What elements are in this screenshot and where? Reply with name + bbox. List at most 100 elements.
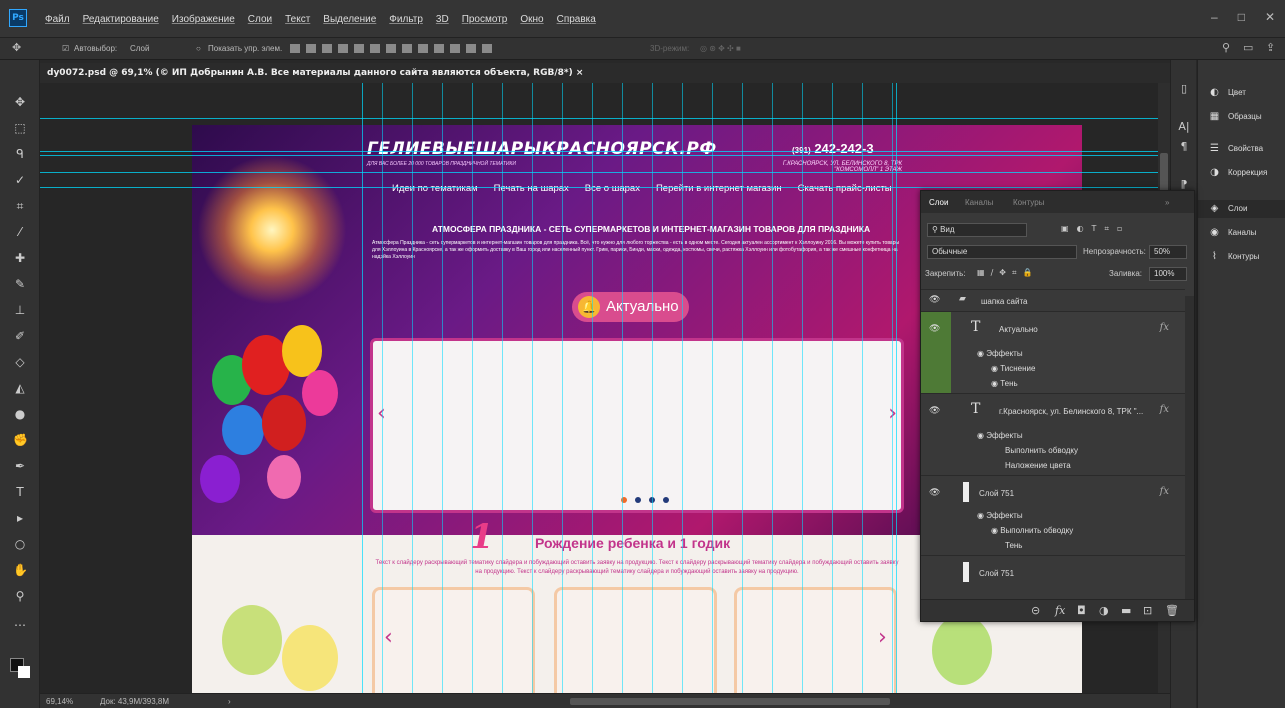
menu-3d[interactable]: 3D bbox=[436, 14, 449, 25]
dodge-tool-icon[interactable]: ✊ bbox=[13, 433, 28, 447]
brush-tool-icon[interactable]: ✎ bbox=[13, 277, 27, 291]
slider-prev-icon[interactable]: ‹ bbox=[377, 401, 386, 426]
lock-transparency-icon[interactable]: ▦ bbox=[977, 268, 991, 277]
properties-panel[interactable]: ☰ Свойства bbox=[1204, 140, 1263, 158]
tab-channels[interactable]: Каналы bbox=[965, 198, 993, 207]
quick-select-tool-icon[interactable]: ✓ bbox=[13, 173, 27, 187]
layer-751[interactable]: 👁 Слой 751 fx ◉ Эффекты ◉ Выполнить обво… bbox=[921, 475, 1185, 555]
move-tool-icon[interactable]: ✥ bbox=[13, 95, 27, 109]
layer-751-copy[interactable]: Слой 751 bbox=[921, 555, 1185, 589]
panel-menu-icon[interactable]: » bbox=[1165, 198, 1169, 207]
fx-icon[interactable]: fx bbox=[1160, 322, 1169, 333]
link-layers-icon[interactable]: ⊝ bbox=[1031, 604, 1040, 617]
align-buttons[interactable] bbox=[290, 44, 498, 54]
paragraph-icon[interactable]: ¶ bbox=[1177, 140, 1191, 154]
slider-dot[interactable] bbox=[635, 497, 641, 503]
effect-item[interactable]: ◉ Тень bbox=[991, 379, 1018, 388]
show-controls-checkbox[interactable]: ○ bbox=[196, 44, 201, 53]
add-mask-icon[interactable]: ◘ bbox=[1077, 604, 1086, 617]
channels-panel[interactable]: ◉ Каналы bbox=[1204, 224, 1256, 242]
lock-all-icon[interactable]: 🔒 bbox=[1022, 268, 1038, 277]
nav-shop[interactable]: Перейти в интернет магазин bbox=[656, 183, 782, 196]
background-color-swatch[interactable] bbox=[18, 666, 30, 678]
autoselect-dropdown[interactable]: Слой bbox=[130, 44, 149, 53]
layer-address[interactable]: 👁 T г.Красноярск, ул. Белинского 8, ТРК … bbox=[921, 393, 1185, 475]
product-card[interactable] bbox=[372, 587, 535, 693]
effect-name[interactable]: Тень bbox=[1005, 541, 1022, 550]
delete-layer-icon[interactable]: 🗑 bbox=[1165, 604, 1179, 617]
history-brush-tool-icon[interactable]: ✐ bbox=[13, 329, 27, 343]
nav-about[interactable]: Все о шарах bbox=[585, 183, 640, 196]
fx-icon[interactable]: fx bbox=[1160, 486, 1169, 497]
maximize-icon[interactable]: □ bbox=[1238, 10, 1245, 24]
nav-price[interactable]: Скачать прайс-листы bbox=[798, 183, 892, 196]
menu-select[interactable]: Выделение bbox=[323, 14, 376, 25]
adjustments-panel[interactable]: ◑ Коррекция bbox=[1204, 164, 1267, 182]
color-panel[interactable]: ◐ Цвет bbox=[1204, 84, 1246, 102]
tab-paths[interactable]: Контуры bbox=[1013, 198, 1044, 207]
document-tab[interactable]: dy0072.psd @ 69,1% (© ИП Добрынин А.В. В… bbox=[47, 68, 583, 78]
slider-dot[interactable] bbox=[649, 497, 655, 503]
shape-filter-icon[interactable]: ⌗ bbox=[1104, 224, 1117, 233]
zoom-tool-icon[interactable]: ⚲ bbox=[13, 589, 27, 603]
layer-filter-select[interactable]: ⚲ Вид bbox=[927, 223, 1027, 237]
move-tool-icon[interactable]: ✥ bbox=[12, 41, 21, 54]
healing-tool-icon[interactable]: ✚ bbox=[13, 251, 27, 265]
smart-filter-icon[interactable]: ▫ bbox=[1117, 224, 1130, 233]
blend-mode-select[interactable]: Обычные bbox=[927, 245, 1077, 259]
workspace-icon[interactable]: ▭ bbox=[1243, 41, 1253, 54]
effect-name[interactable]: Наложение цвета bbox=[1005, 461, 1071, 470]
cards-next-icon[interactable]: › bbox=[878, 625, 887, 650]
marquee-tool-icon[interactable]: ⬚ bbox=[13, 121, 27, 135]
path-select-tool-icon[interactable]: ▸ bbox=[13, 511, 27, 525]
slider-dot[interactable] bbox=[621, 497, 627, 503]
filter-icons[interactable]: ▣◐T⌗▫ bbox=[1061, 224, 1130, 234]
lock-artboard-icon[interactable]: ⌗ bbox=[1012, 268, 1023, 277]
product-card[interactable] bbox=[734, 587, 897, 693]
lasso-tool-icon[interactable]: ᑫ bbox=[13, 147, 27, 161]
menu-view[interactable]: Просмотр bbox=[462, 14, 508, 25]
menu-window[interactable]: Окно bbox=[520, 14, 543, 25]
eyedropper-tool-icon[interactable]: ⁄ bbox=[13, 225, 27, 239]
fx-icon[interactable]: fx bbox=[1160, 404, 1169, 415]
menu-edit[interactable]: Редактирование bbox=[83, 14, 159, 25]
menu-filter[interactable]: Фильтр bbox=[389, 14, 423, 25]
crop-tool-icon[interactable]: ⌗ bbox=[13, 199, 27, 213]
adjustment-layer-icon[interactable]: ◑ bbox=[1099, 604, 1109, 617]
eye-icon[interactable]: 👁 bbox=[929, 406, 940, 416]
character-icon[interactable]: A| bbox=[1177, 120, 1191, 134]
lock-position-icon[interactable]: ✥ bbox=[999, 268, 1012, 277]
effect-item[interactable]: ◉ Выполнить обводку bbox=[991, 526, 1073, 535]
slider-dot[interactable] bbox=[663, 497, 669, 503]
stamp-tool-icon[interactable]: ⊥ bbox=[13, 303, 27, 317]
autoselect-checkbox[interactable]: ☑ bbox=[62, 44, 69, 53]
effect-item[interactable]: ◉ Тиснение bbox=[991, 364, 1035, 373]
eye-icon[interactable]: 👁 bbox=[929, 295, 940, 305]
new-layer-icon[interactable]: ⊡ bbox=[1143, 604, 1152, 617]
hand-tool-icon[interactable]: ✋ bbox=[13, 563, 28, 577]
horizontal-scrollbar[interactable] bbox=[570, 698, 890, 705]
paths-panel[interactable]: ⌇ Контуры bbox=[1204, 248, 1259, 266]
blur-tool-icon[interactable]: ● bbox=[13, 407, 27, 421]
nav-printing[interactable]: Печать на шарах bbox=[494, 183, 569, 196]
shape-tool-icon[interactable]: ○ bbox=[13, 537, 27, 551]
lock-icons[interactable]: ▦∕✥⌗🔒 bbox=[977, 268, 1038, 278]
swatches-panel[interactable]: ▦ Образцы bbox=[1204, 108, 1262, 126]
new-group-icon[interactable]: ▬ bbox=[1121, 604, 1131, 617]
product-card[interactable] bbox=[554, 587, 717, 693]
lock-pixels-icon[interactable]: ∕ bbox=[991, 268, 1000, 277]
history-icon[interactable]: ▯ bbox=[1177, 82, 1191, 96]
eraser-tool-icon[interactable]: ◇ bbox=[13, 355, 27, 369]
layers-panel[interactable]: ◈ Слои bbox=[1198, 200, 1285, 218]
type-filter-icon[interactable]: T bbox=[1092, 224, 1105, 233]
eye-icon[interactable]: 👁 bbox=[929, 324, 940, 334]
pen-tool-icon[interactable]: ✒ bbox=[13, 459, 27, 473]
adjust-filter-icon[interactable]: ◐ bbox=[1077, 224, 1092, 233]
menu-file[interactable]: Файл bbox=[45, 14, 70, 25]
status-arrow-icon[interactable]: › bbox=[228, 697, 231, 706]
layer-group-header[interactable]: 👁 ▰ шапка сайта bbox=[921, 289, 1185, 311]
add-style-icon[interactable]: fx bbox=[1055, 604, 1065, 617]
gradient-tool-icon[interactable]: ◭ bbox=[13, 381, 27, 395]
opacity-input[interactable]: 50% bbox=[1149, 245, 1187, 259]
minimize-icon[interactable]: – bbox=[1211, 10, 1218, 24]
